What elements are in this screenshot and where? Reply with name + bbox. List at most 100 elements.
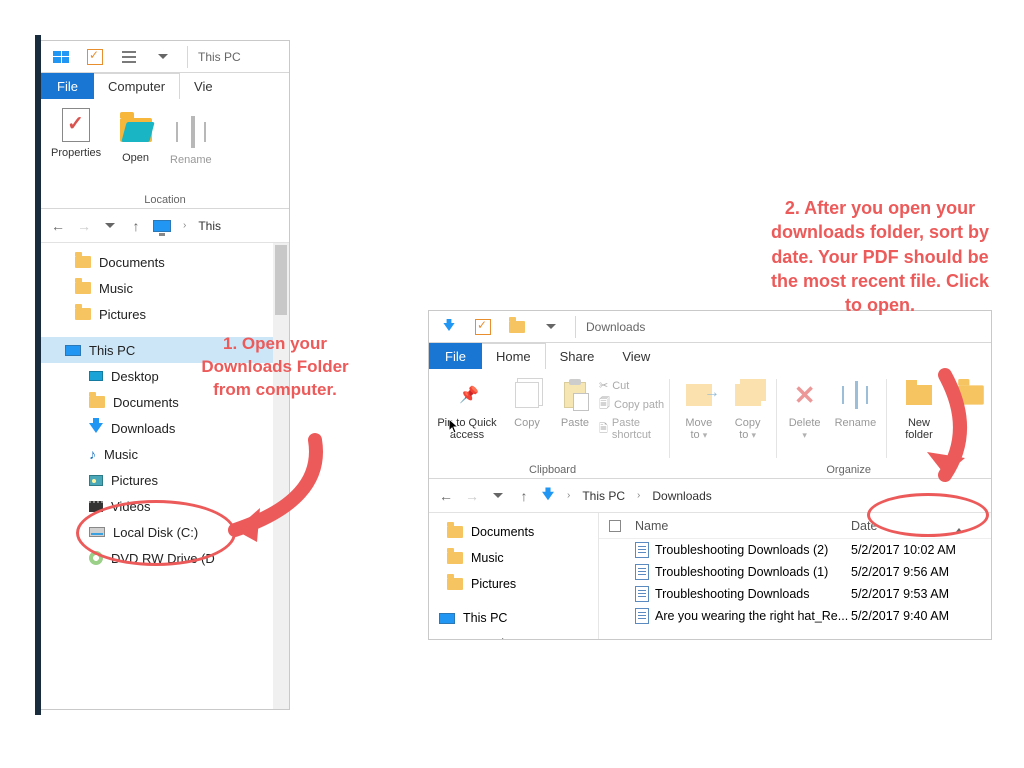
ribbon-group-organize: Organize bbox=[826, 464, 871, 476]
ribbon-clipboard-small: ✂Cut 🗐Copy path 🗎Paste shortcut bbox=[599, 375, 665, 478]
tree-item-pictures[interactable]: Pictures bbox=[429, 571, 598, 597]
qat-newfolder-icon[interactable] bbox=[503, 315, 531, 339]
ribbon-pin[interactable]: 📌 Pin to Quick access bbox=[431, 375, 503, 478]
pictures-icon bbox=[89, 475, 103, 486]
file-row[interactable]: Troubleshooting Downloads (1) 5/2/2017 9… bbox=[599, 561, 991, 583]
file-row[interactable]: Are you wearing the right hat_Re... 5/2/… bbox=[599, 605, 991, 627]
chevron-right-icon[interactable]: › bbox=[563, 490, 574, 501]
tree-item-desktop[interactable]: Desktop bbox=[429, 631, 598, 640]
tree-item-documents[interactable]: Documents bbox=[41, 249, 289, 275]
separator bbox=[575, 316, 576, 338]
cursor-icon bbox=[449, 419, 461, 435]
tab-home[interactable]: Home bbox=[482, 343, 546, 369]
file-row[interactable]: Troubleshooting Downloads 5/2/2017 9:53 … bbox=[599, 583, 991, 605]
recent-dropdown-icon[interactable] bbox=[101, 217, 119, 235]
file-date: 5/2/2017 9:53 AM bbox=[851, 587, 991, 601]
ribbon-copy: Copy bbox=[503, 375, 551, 478]
qat-dropdown-icon[interactable] bbox=[149, 45, 177, 69]
qat-properties-icon[interactable] bbox=[81, 45, 109, 69]
downloads-icon bbox=[542, 491, 554, 500]
folder-icon bbox=[447, 578, 463, 590]
tree-label: Pictures bbox=[471, 577, 516, 591]
navigation-pane: Documents Music Pictures This PC Desktop bbox=[429, 513, 599, 639]
ribbon-properties[interactable]: Properties bbox=[45, 105, 107, 202]
tab-file[interactable]: File bbox=[41, 73, 94, 99]
tree-label: Music bbox=[99, 281, 133, 296]
delete-label: Delete ▾ bbox=[787, 417, 823, 441]
forward-button[interactable]: → bbox=[75, 217, 93, 235]
forward-button[interactable]: → bbox=[463, 487, 481, 505]
ribbon-tabs: File Home Share View bbox=[429, 343, 991, 369]
document-icon bbox=[635, 564, 649, 580]
ribbon-copyto: Copy to ▾ bbox=[723, 375, 771, 478]
tree-label: Music bbox=[471, 551, 504, 565]
rename-icon bbox=[173, 114, 209, 150]
app-icon bbox=[435, 315, 463, 339]
cut-button: ✂Cut bbox=[599, 379, 665, 392]
rename-label: Rename bbox=[835, 417, 877, 429]
file-row[interactable]: Troubleshooting Downloads (2) 5/2/2017 1… bbox=[599, 539, 991, 561]
quick-access-toolbar bbox=[41, 45, 183, 69]
monitor-icon bbox=[439, 613, 455, 624]
breadcrumb-this-pc[interactable]: This PC bbox=[582, 489, 625, 503]
moveto-icon bbox=[681, 377, 717, 413]
qat-dropdown-icon[interactable] bbox=[537, 315, 565, 339]
ribbon-tabs: File Computer Vie bbox=[41, 73, 289, 99]
chevron-right-icon[interactable]: › bbox=[633, 490, 644, 501]
desktop-icon bbox=[457, 639, 471, 640]
tree-item-pictures[interactable]: Pictures bbox=[41, 301, 289, 327]
separator bbox=[886, 379, 887, 458]
window-title: This PC bbox=[198, 50, 241, 64]
separator bbox=[776, 379, 777, 458]
tree-item-documents[interactable]: Documents bbox=[429, 519, 598, 545]
back-button[interactable]: ← bbox=[437, 487, 455, 505]
folder-icon bbox=[447, 552, 463, 564]
column-header-name[interactable]: Name bbox=[631, 519, 851, 533]
tab-view[interactable]: Vie bbox=[180, 73, 227, 99]
open-icon bbox=[118, 112, 154, 148]
pin-icon: 📌 bbox=[449, 377, 485, 413]
file-name: Troubleshooting Downloads bbox=[655, 587, 810, 601]
rename-label: Rename bbox=[170, 154, 212, 166]
ribbon-open[interactable]: Open bbox=[112, 110, 160, 207]
tree-item-this-pc[interactable]: This PC bbox=[429, 605, 598, 631]
folder-icon bbox=[75, 308, 91, 320]
qat-menu-icon[interactable] bbox=[115, 45, 143, 69]
monitor-icon bbox=[65, 345, 81, 356]
quick-access-toolbar bbox=[429, 315, 571, 339]
moveto-label: Move to ▾ bbox=[680, 417, 717, 441]
up-button[interactable]: ↑ bbox=[515, 487, 533, 505]
paste-icon bbox=[557, 377, 593, 413]
ribbon-group-clipboard: Clipboard bbox=[529, 464, 576, 476]
copy-icon bbox=[509, 377, 545, 413]
tree-item-music[interactable]: Music bbox=[41, 275, 289, 301]
copy-label: Copy bbox=[514, 417, 540, 429]
back-button[interactable]: ← bbox=[49, 217, 67, 235]
file-name: Troubleshooting Downloads (2) bbox=[655, 543, 828, 557]
file-date: 5/2/2017 9:40 AM bbox=[851, 609, 991, 623]
this-pc-icon bbox=[153, 220, 171, 232]
up-button[interactable]: ↑ bbox=[127, 217, 145, 235]
select-all-checkbox[interactable] bbox=[599, 520, 631, 532]
tree-item-music[interactable]: Music bbox=[429, 545, 598, 571]
tab-share[interactable]: Share bbox=[546, 343, 609, 369]
app-icon bbox=[47, 45, 75, 69]
breadcrumb[interactable]: This bbox=[198, 219, 221, 233]
breadcrumb-downloads[interactable]: Downloads bbox=[652, 489, 711, 503]
pasteshortcut-button: 🗎Paste shortcut bbox=[599, 417, 665, 441]
cut-icon: ✂ bbox=[599, 379, 608, 392]
scrollbar-thumb[interactable] bbox=[275, 245, 287, 315]
tab-view[interactable]: View bbox=[608, 343, 664, 369]
tree-label: Documents bbox=[471, 525, 534, 539]
pasteshortcut-icon: 🗎 bbox=[599, 420, 608, 439]
chevron-right-icon[interactable]: › bbox=[179, 220, 190, 231]
qat-properties-icon[interactable] bbox=[469, 315, 497, 339]
recent-dropdown-icon[interactable] bbox=[489, 487, 507, 505]
tab-computer[interactable]: Computer bbox=[94, 73, 180, 99]
tree-label: This PC bbox=[89, 343, 135, 358]
tree-label: Downloads bbox=[111, 421, 175, 436]
copypath-button: 🗐Copy path bbox=[599, 395, 665, 414]
music-icon: ♪ bbox=[89, 446, 96, 462]
separator bbox=[187, 46, 188, 68]
tab-file[interactable]: File bbox=[429, 343, 482, 369]
